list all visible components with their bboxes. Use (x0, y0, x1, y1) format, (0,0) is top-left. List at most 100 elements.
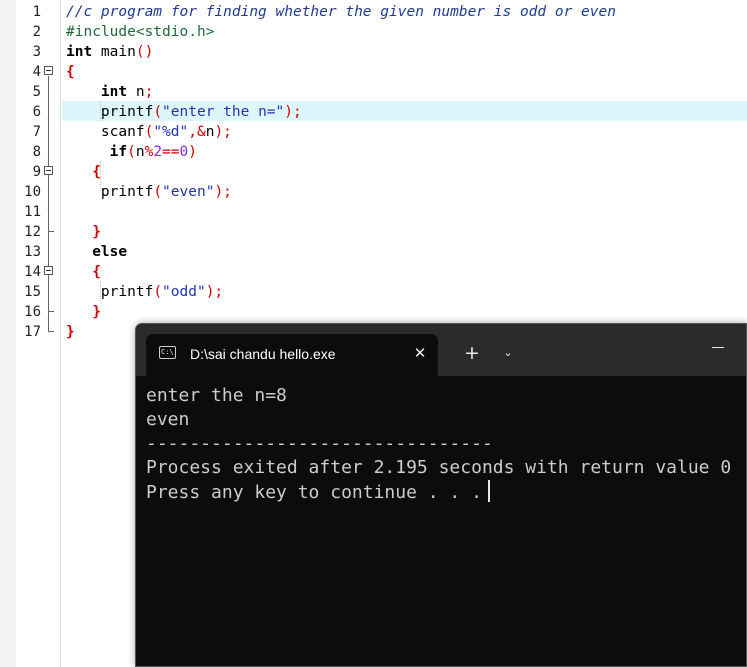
line-number: 5 (32, 84, 41, 100)
terminal-icon: C:\ (159, 346, 176, 359)
code-line[interactable]: scanf("%d",&n); (66, 122, 232, 142)
chevron-down-icon[interactable]: ⌄ (498, 343, 518, 363)
code-token: 2 (153, 144, 163, 160)
line-number: 4 (32, 64, 41, 80)
code-token: "odd" (162, 284, 206, 300)
code-token: if (66, 144, 128, 160)
code-token: printf (66, 104, 154, 120)
process-exit-line: Process exited after 2.195 seconds with … (146, 457, 732, 478)
code-token: { (66, 264, 101, 280)
code-line[interactable]: printf("odd"); (66, 282, 223, 302)
fold-toggle-main[interactable] (44, 66, 53, 75)
code-line[interactable]: } (66, 302, 101, 322)
line-number: 17 (24, 324, 41, 340)
code-line[interactable]: printf("even"); (66, 182, 232, 202)
code-token: scanf (66, 124, 145, 140)
code-token: 0 (179, 144, 189, 160)
line-number: 8 (32, 144, 41, 160)
code-token: #include<stdio.h> (66, 24, 215, 40)
code-line[interactable]: #include<stdio.h> (66, 22, 214, 42)
code-token: "%d" (153, 124, 189, 140)
line-number: 3 (32, 44, 41, 60)
fold-end-main (48, 331, 54, 332)
code-token: , (188, 124, 197, 140)
console-window[interactable]: C:\ D:\sai chandu hello.exe ✕ + ⌄ enter … (135, 323, 747, 667)
code-line[interactable]: { (66, 62, 75, 82)
line-number: 12 (24, 224, 41, 240)
code-line[interactable]: if(n%2==0) (66, 142, 197, 162)
breakpoint-margin[interactable] (0, 0, 16, 667)
code-token: int (66, 44, 93, 60)
output-line: even (146, 409, 190, 430)
line-number: 11 (24, 204, 41, 220)
line-number: 6 (32, 104, 41, 120)
press-key-line: Press any key to continue . . . (146, 480, 746, 504)
code-token: { (66, 164, 101, 180)
new-tab-button[interactable]: + (461, 342, 483, 364)
code-token: } (66, 324, 75, 340)
line-number-gutter: 1 2 3 4 5 6 7 8 9 10 11 12 13 14 15 16 17 (0, 0, 61, 667)
code-line[interactable]: int main() (66, 42, 153, 62)
line-number: 1 (32, 4, 41, 20)
code-token: ) (188, 144, 197, 160)
console-titlebar[interactable]: C:\ D:\sai chandu hello.exe ✕ + ⌄ (136, 324, 746, 376)
line-number: 15 (24, 284, 41, 300)
code-token: ); (214, 124, 232, 140)
code-line[interactable]: else (66, 242, 127, 262)
fold-end-if-block (48, 231, 54, 232)
code-token: ( (144, 124, 154, 140)
code-token: ( (127, 144, 136, 160)
code-token: & (196, 124, 206, 140)
close-tab-icon[interactable]: ✕ (409, 342, 431, 364)
line-number: 7 (32, 124, 41, 140)
code-token: main (92, 44, 136, 60)
code-token: ( (153, 284, 163, 300)
minimize-button[interactable] (712, 347, 724, 348)
output-line: enter the n=8 (146, 385, 287, 406)
code-token: { (66, 64, 75, 80)
code-line[interactable]: //c program for finding whether the give… (66, 2, 616, 22)
code-line[interactable]: int n; (66, 82, 153, 102)
code-token: % (144, 144, 154, 160)
code-token: ( (153, 104, 163, 120)
code-token: ( (153, 184, 163, 200)
code-token: == (162, 144, 180, 160)
line-number: 2 (32, 24, 41, 40)
code-token: //c program for finding whether the give… (66, 4, 616, 20)
code-token: n (127, 84, 145, 100)
code-token: ); (284, 104, 302, 120)
code-line[interactable]: } (66, 222, 101, 242)
code-token: printf (66, 284, 154, 300)
fold-toggle-if-block[interactable] (44, 166, 53, 175)
code-token: } (66, 304, 101, 320)
code-token: () (135, 44, 154, 60)
code-token: n (135, 144, 145, 160)
code-token: "enter the n=" (162, 104, 285, 120)
line-number: 9 (32, 164, 41, 180)
code-token: ); (214, 184, 232, 200)
code-line[interactable]: } (66, 322, 75, 342)
code-line[interactable]: { (66, 262, 101, 282)
tab-title: D:\sai chandu hello.exe (190, 346, 336, 362)
code-line[interactable]: printf("enter the n="); (66, 102, 302, 122)
code-token: ); (205, 284, 224, 300)
code-token: printf (66, 184, 154, 200)
output-separator: -------------------------------- (146, 433, 493, 454)
console-tab[interactable]: C:\ D:\sai chandu hello.exe ✕ (146, 334, 438, 376)
line-number: 10 (24, 184, 41, 200)
press-key-text: Press any key to continue . . . (146, 482, 482, 503)
code-token: "even" (162, 184, 215, 200)
line-number: 13 (24, 244, 41, 260)
console-output[interactable]: enter the n=8 even ---------------------… (146, 384, 746, 504)
code-line[interactable]: { (66, 162, 101, 182)
fold-toggle-else-block[interactable] (44, 266, 53, 275)
text-cursor (487, 480, 490, 502)
line-number: 14 (24, 264, 41, 280)
fold-end-else-block (48, 311, 54, 312)
line-number: 16 (24, 304, 41, 320)
code-token: ; (144, 84, 154, 100)
fold-guide-main (48, 76, 49, 331)
code-token: else (66, 244, 128, 260)
code-token: } (66, 224, 101, 240)
code-token: int (66, 84, 128, 100)
